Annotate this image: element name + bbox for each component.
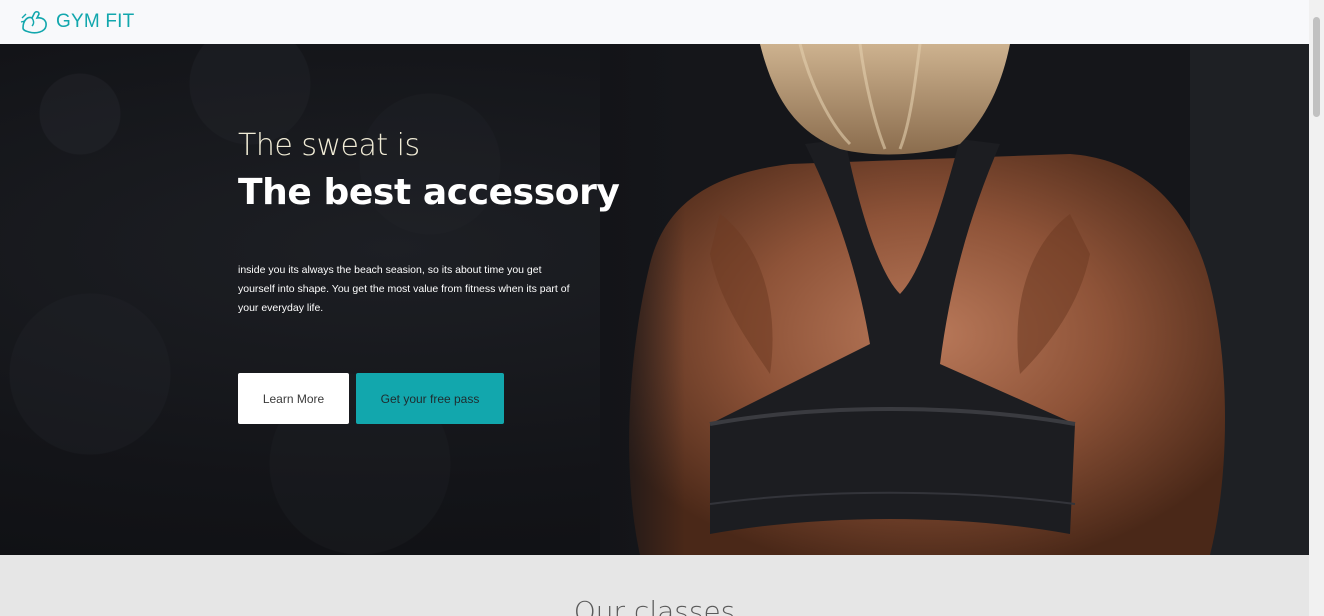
hero-description: inside you its always the beach seasion,… <box>238 264 570 314</box>
page: GYM FIT The sweat is The best accessory … <box>0 0 1324 616</box>
brand-link[interactable]: GYM FIT <box>20 8 134 36</box>
learn-more-button[interactable]: Learn More <box>238 373 349 424</box>
classes-section: Our classes <box>0 555 1309 616</box>
hero-section: The sweat is The best accessory inside y… <box>0 44 1309 555</box>
hero-content: The sweat is The best accessory inside y… <box>238 44 620 555</box>
page-scrollbar[interactable] <box>1309 0 1324 616</box>
classes-title: Our classes <box>573 595 736 616</box>
hero-kicker: The sweat is <box>238 128 420 163</box>
free-pass-button[interactable]: Get your free pass <box>356 373 504 424</box>
scrollbar-thumb[interactable] <box>1313 17 1320 117</box>
navbar: GYM FIT <box>0 0 1309 44</box>
brand-name: GYM FIT <box>56 11 135 32</box>
hero-athlete-image <box>600 44 1309 555</box>
flexed-arm-icon <box>20 8 50 36</box>
hero-title: The best accessory <box>238 172 620 213</box>
